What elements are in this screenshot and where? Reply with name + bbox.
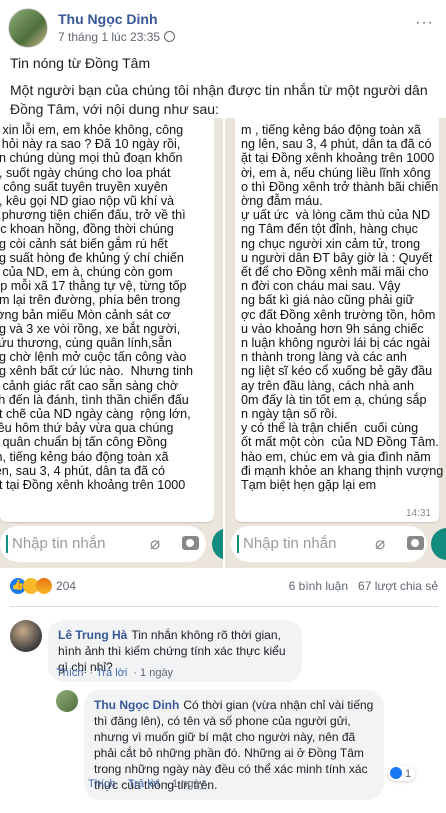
message-input: Nhập tin nhắn ⌀	[231, 526, 427, 562]
angry-reaction-icon[interactable]	[36, 578, 52, 594]
post-timestamp[interactable]: 7 tháng 1 lúc 23:35	[58, 30, 176, 44]
like-link[interactable]: Thích	[88, 778, 116, 790]
comment: Lê Trung Hà Tin nhắn không rõ thời gian, …	[10, 620, 438, 686]
divider	[10, 606, 438, 607]
more-options-button[interactable]: ···	[415, 14, 434, 32]
post-author[interactable]: Thu Ngọc Dinh	[58, 11, 158, 27]
commenter-name[interactable]: Lê Trung Hà	[58, 628, 127, 642]
author-avatar[interactable]	[8, 8, 48, 48]
send-button	[431, 528, 446, 560]
commenter-avatar[interactable]	[56, 690, 78, 712]
message-time: 14:31	[405, 508, 431, 519]
post-body: Tin nóng từ Đồng Tâm Một người bạn của c…	[10, 54, 438, 127]
comment-share-counts: 6 bình luận 67 lượt chia sẻ	[289, 579, 438, 593]
comments-count[interactable]: 6 bình luận	[289, 579, 348, 593]
shares-count[interactable]: 67 lượt chia sẻ	[358, 579, 438, 593]
message-bubble: h xin lỗi em, em khỏe không, công c hỏi …	[0, 118, 214, 522]
post-header: Thu Ngọc Dinh 7 tháng 1 lúc 23:35 ···	[8, 8, 438, 48]
timestamp-text[interactable]: 7 tháng 1 lúc 23:35	[58, 30, 160, 44]
message-text: m , tiếng kẻng báo động toàn xã ng lên, …	[241, 123, 444, 493]
commenter-avatar[interactable]	[10, 620, 42, 652]
comment-like-badge[interactable]: 1	[388, 766, 416, 781]
message-input: Nhập tin nhắn ⌀	[0, 526, 206, 562]
post-stats: 👍 204 6 bình luận 67 lượt chia sẻ	[10, 578, 438, 598]
photo-left[interactable]: h xin lỗi em, em khỏe không, công c hỏi …	[0, 118, 223, 568]
reply-link[interactable]: Trả lời	[128, 778, 159, 790]
comment-reply: Thu Ngọc Dinh Có thời gian (vừa nhận chỉ …	[56, 690, 438, 800]
comment-likes-count: 1	[405, 768, 412, 780]
globe-icon	[164, 31, 176, 42]
text-caret	[6, 535, 8, 553]
photo-right[interactable]: m , tiếng kẻng báo động toàn xã ng lên, …	[225, 118, 446, 568]
input-placeholder: Nhập tin nhắn	[243, 535, 337, 552]
like-icon	[390, 767, 402, 779]
camera-icon	[407, 536, 424, 550]
comment-actions: Thích · Trả lời · 1 ngày	[56, 667, 174, 679]
input-placeholder: Nhập tin nhắn	[12, 535, 106, 552]
camera-icon	[182, 536, 199, 550]
text-caret	[237, 535, 239, 553]
paperclip-icon: ⌀	[375, 534, 386, 553]
message-bubble: m , tiếng kẻng báo động toàn xã ng lên, …	[235, 118, 443, 522]
message-text: h xin lỗi em, em khỏe không, công c hỏi …	[0, 123, 193, 493]
paperclip-icon: ⌀	[150, 534, 161, 553]
send-button	[212, 528, 223, 560]
reaction-count[interactable]: 204	[56, 579, 76, 593]
reply-link[interactable]: Trả lời	[96, 667, 127, 679]
like-link[interactable]: Thích	[56, 667, 84, 679]
comment-time[interactable]: 1 ngày	[172, 778, 205, 790]
comment-time[interactable]: 1 ngày	[140, 667, 173, 679]
post-photos: h xin lỗi em, em khỏe không, công c hỏi …	[0, 118, 446, 568]
post-title: Tin nóng từ Đồng Tâm	[10, 55, 151, 71]
commenter-name[interactable]: Thu Ngọc Dinh	[94, 698, 179, 712]
comment-actions: Thích · Trả lời · 1 ngày	[88, 778, 206, 790]
post-paragraph: Một người bạn của chúng tôi nhận được ti…	[10, 82, 428, 117]
